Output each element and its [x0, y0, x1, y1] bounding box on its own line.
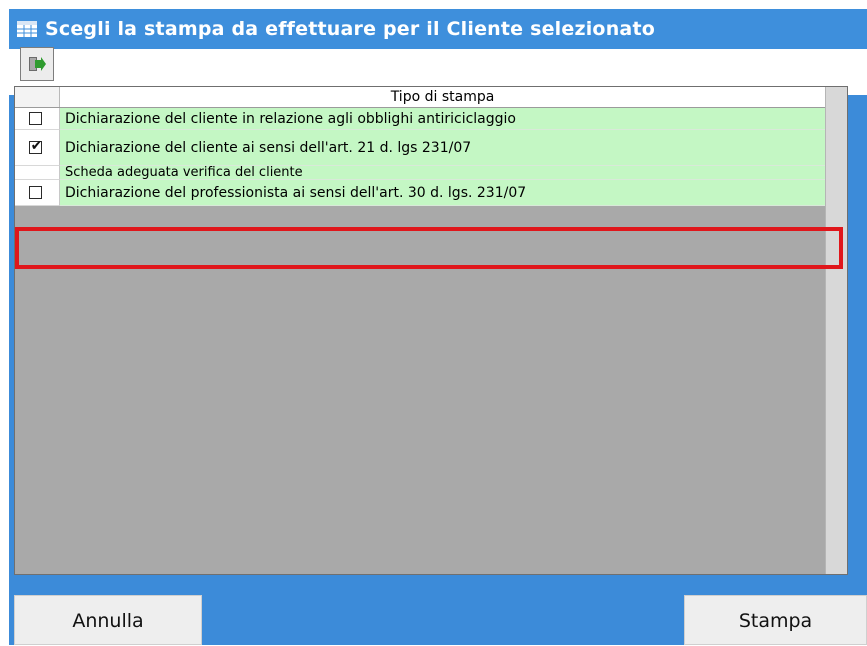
window-title: Scegli la stampa da effettuare per il Cl…: [45, 18, 655, 40]
row-label[interactable]: Dichiarazione del cliente in relazione a…: [60, 108, 827, 130]
checkbox-column-header: [15, 87, 60, 107]
cancel-button[interactable]: Annulla: [14, 595, 202, 645]
row-checkbox[interactable]: [29, 186, 42, 199]
row-label[interactable]: Scheda adeguata verifica del cliente: [60, 166, 827, 180]
row-checkbox-checked[interactable]: ✔: [29, 138, 42, 154]
export-arrow-icon: [29, 57, 46, 71]
row-checkbox-cell: [15, 108, 60, 130]
grid-window-icon: [17, 21, 37, 37]
row-checkbox-cell: ✔: [15, 130, 60, 166]
grid-header: Tipo di stampa: [15, 87, 847, 108]
table-row[interactable]: Dichiarazione del cliente in relazione a…: [15, 108, 827, 130]
row-checkbox-cell: [15, 180, 60, 206]
row-checkbox[interactable]: [29, 112, 42, 125]
title-bar: Scegli la stampa da effettuare per il Cl…: [9, 9, 867, 49]
row-checkbox-cell: [15, 166, 60, 180]
table-row[interactable]: Dichiarazione del professionista ai sens…: [15, 180, 827, 206]
table-row-selected[interactable]: ✔ Dichiarazione del cliente ai sensi del…: [15, 130, 827, 166]
column-header-tipo-di-stampa[interactable]: Tipo di stampa: [60, 87, 825, 107]
selection-highlight-frame: [15, 227, 843, 269]
print-type-grid: Tipo di stampa Dichiarazione del cliente…: [14, 86, 848, 575]
export-button[interactable]: [20, 47, 54, 81]
row-label[interactable]: Dichiarazione del cliente ai sensi dell'…: [60, 130, 827, 166]
grid-scrollbar[interactable]: [825, 87, 847, 574]
check-mark-icon: ✔: [30, 138, 43, 154]
row-label[interactable]: Dichiarazione del professionista ai sens…: [60, 180, 827, 206]
table-row[interactable]: Scheda adeguata verifica del cliente: [15, 166, 827, 180]
print-button[interactable]: Stampa: [684, 595, 867, 645]
